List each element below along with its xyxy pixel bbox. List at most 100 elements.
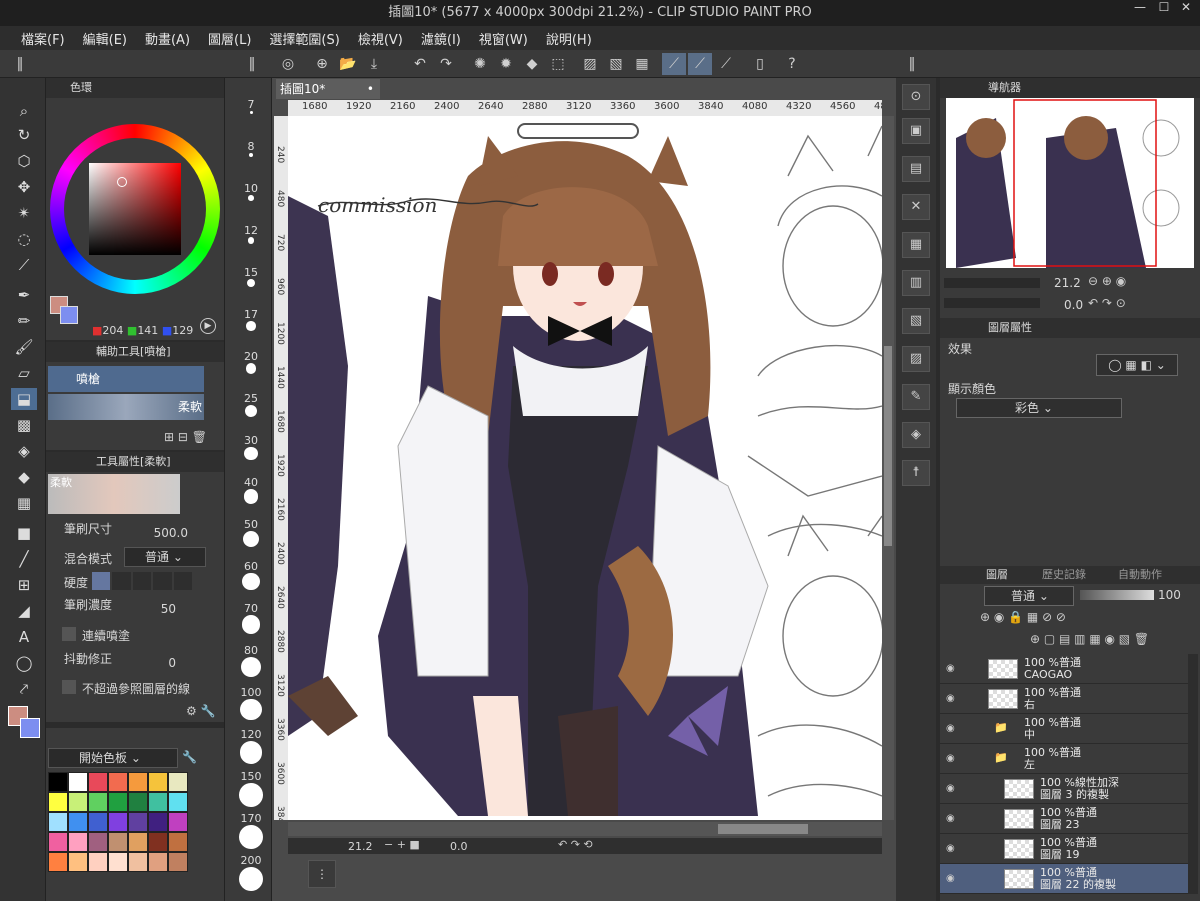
palette-swatch[interactable] [128, 852, 148, 872]
palette-swatch[interactable] [168, 792, 188, 812]
eyedropper-tool-icon[interactable]: ⟋ [11, 254, 37, 276]
sub-tool-item-airbrush[interactable]: 噴槍 [48, 366, 204, 392]
palette-swatch[interactable] [48, 792, 68, 812]
lasso-tool-icon[interactable]: ◌ [11, 228, 37, 250]
brush-size-preset[interactable]: 50 [233, 518, 269, 547]
navigator-zoom-slider[interactable] [944, 278, 1040, 288]
palette-swatch[interactable] [48, 832, 68, 852]
figure-pose-icon[interactable]: ☨ [902, 460, 930, 486]
palette-swatch[interactable] [88, 792, 108, 812]
clear-outside-icon[interactable]: ✹ [494, 53, 518, 75]
layer-row[interactable]: ◉ 100 %線性加深 圖層 3 的複製 [940, 774, 1188, 804]
menu-view[interactable]: 檢視(V) [349, 29, 412, 48]
brush-size-preset[interactable]: 170 [233, 812, 269, 849]
palette-swatch[interactable] [128, 812, 148, 832]
move-tool-icon[interactable]: ✥ [11, 176, 37, 198]
blend-tool-icon[interactable]: ◈ [11, 440, 37, 462]
palette-swatch[interactable] [148, 772, 168, 792]
continuous-checkbox[interactable] [62, 627, 76, 641]
navigator-rotate-buttons[interactable]: ↶ ↷ ⊙ [1088, 296, 1126, 310]
layer-visibility-icon[interactable]: ◉ [946, 843, 958, 855]
brush-size-preset[interactable]: 200 [233, 854, 269, 891]
layer-list-scrollbar[interactable] [1188, 654, 1198, 894]
layer-opacity-slider[interactable] [1080, 590, 1154, 600]
drawing-canvas[interactable]: commission [288, 116, 882, 820]
navigator-preview[interactable] [946, 98, 1194, 268]
menu-file[interactable]: 檔案(F) [12, 29, 74, 48]
gradient-tool-icon[interactable]: ▦ [11, 492, 37, 514]
palette-swatch[interactable] [108, 832, 128, 852]
palette-swatch[interactable] [48, 812, 68, 832]
hardness-selector[interactable] [92, 572, 193, 590]
layer-mask-icon[interactable]: ▥ [902, 270, 930, 296]
snap-special-ruler-icon[interactable]: ⟋ [688, 53, 712, 75]
clear-icon[interactable]: ✺ [468, 53, 492, 75]
collapse-icon[interactable]: ‖ [240, 53, 264, 75]
rotate-buttons[interactable]: ↶ ↷ ⟲ [558, 838, 593, 851]
blend-mode-select[interactable]: 普通 ⌄ [124, 547, 206, 567]
palette-swatch[interactable] [128, 832, 148, 852]
tab-layer[interactable]: 圖層 [986, 566, 1008, 584]
menu-window[interactable]: 視窗(W) [470, 29, 537, 48]
sub-tool-preset-soft[interactable]: 柔軟 [48, 394, 204, 420]
layer-lock-toolbar[interactable]: ⊕ ◉ 🔒 ▦ ⊘ ⊘ [980, 610, 1066, 624]
document-tab[interactable]: 插圖10* • [276, 79, 380, 99]
menu-filter[interactable]: 濾鏡(I) [412, 29, 470, 48]
canvas-angle-value[interactable]: 0.0 [450, 840, 468, 853]
palette-swatch[interactable] [108, 812, 128, 832]
layer-visibility-icon[interactable]: ◉ [946, 813, 958, 825]
brush-tool-icon[interactable]: 🖌 [11, 336, 37, 358]
airbrush-tool-icon[interactable]: ⬓ [11, 388, 37, 410]
navigator-zoom-value[interactable]: 21.2 [1054, 276, 1081, 290]
redo-icon[interactable]: ↷ [434, 53, 458, 75]
show-selection-icon[interactable]: ▦ [630, 53, 654, 75]
palette-swatch[interactable] [148, 832, 168, 852]
menu-layer[interactable]: 圖層(L) [199, 29, 260, 48]
layer-blend-select[interactable]: 普通 ⌄ [984, 586, 1074, 606]
palette-swatch[interactable] [68, 772, 88, 792]
transform-icon[interactable]: ⬚ [546, 53, 570, 75]
tool-settings-icon[interactable]: ⚙ 🔧 [186, 704, 216, 718]
brush-size-preset[interactable]: 10 [233, 182, 269, 201]
collapse-left-icon[interactable]: ‖ [8, 53, 32, 75]
brush-size-preset[interactable]: 17 [233, 308, 269, 331]
palette-swatch[interactable] [168, 832, 188, 852]
close-icon[interactable]: ✕ [1176, 0, 1196, 26]
sub-color-swatch[interactable] [20, 718, 40, 738]
snap-ruler-icon[interactable]: ⟋ [662, 53, 686, 75]
line-tool-icon[interactable]: ╱ [11, 548, 37, 570]
brush-size-preset[interactable]: 20 [233, 350, 269, 374]
stabilize-value[interactable]: 0 [156, 656, 176, 670]
pen-tool-icon[interactable]: ✒ [11, 284, 37, 306]
smartphone-icon[interactable]: ▯ [748, 53, 772, 75]
palette-swatch[interactable] [148, 792, 168, 812]
brush-size-preset[interactable]: 80 [233, 644, 269, 677]
paper-texture-icon[interactable]: ▦ [902, 232, 930, 258]
layer-row[interactable]: ◉ 📁 100 %普通左 [940, 744, 1188, 774]
color-sub-swatch[interactable] [60, 306, 78, 324]
new-file-icon[interactable]: ⊕ [310, 53, 334, 75]
menu-help[interactable]: 說明(H) [537, 29, 601, 48]
layer-visibility-icon[interactable]: ◉ [946, 753, 958, 765]
navigator-icon[interactable]: ⊙ [902, 84, 930, 110]
deselect-icon[interactable]: ▨ [578, 53, 602, 75]
layer-row[interactable]: ◉ 100 %普通 圖層 19 [940, 834, 1188, 864]
save-icon[interactable]: ⤓ [362, 53, 386, 75]
palette-swatch[interactable] [48, 852, 68, 872]
navigator-zoom-buttons[interactable]: ⊖ ⊕ ◉ [1088, 274, 1126, 288]
layer-lock-icon[interactable]: ▤ [902, 156, 930, 182]
palette-swatch[interactable] [108, 772, 128, 792]
layer-visibility-icon[interactable]: ◉ [946, 783, 958, 795]
palette-swatch[interactable] [68, 852, 88, 872]
brush-size-preset[interactable]: 15 [233, 266, 269, 288]
export-icon[interactable]: ▨ [902, 346, 930, 372]
brush-size-preset[interactable]: 7 [233, 98, 269, 114]
eraser-tool-icon[interactable]: ▱ [11, 362, 37, 384]
correct-line-tool-icon[interactable]: ⤤ [11, 678, 37, 700]
fill-icon[interactable]: ◆ [520, 53, 544, 75]
palette-swatch[interactable] [88, 772, 108, 792]
snap-grid-icon[interactable]: ⟋ [714, 53, 738, 75]
brush-size-preset[interactable]: 100 [233, 686, 269, 721]
layer-row[interactable]: ◉ 100 %普通 CAOGAO [940, 654, 1188, 684]
color-set-select[interactable]: 開始色板 ⌄ [48, 748, 178, 768]
